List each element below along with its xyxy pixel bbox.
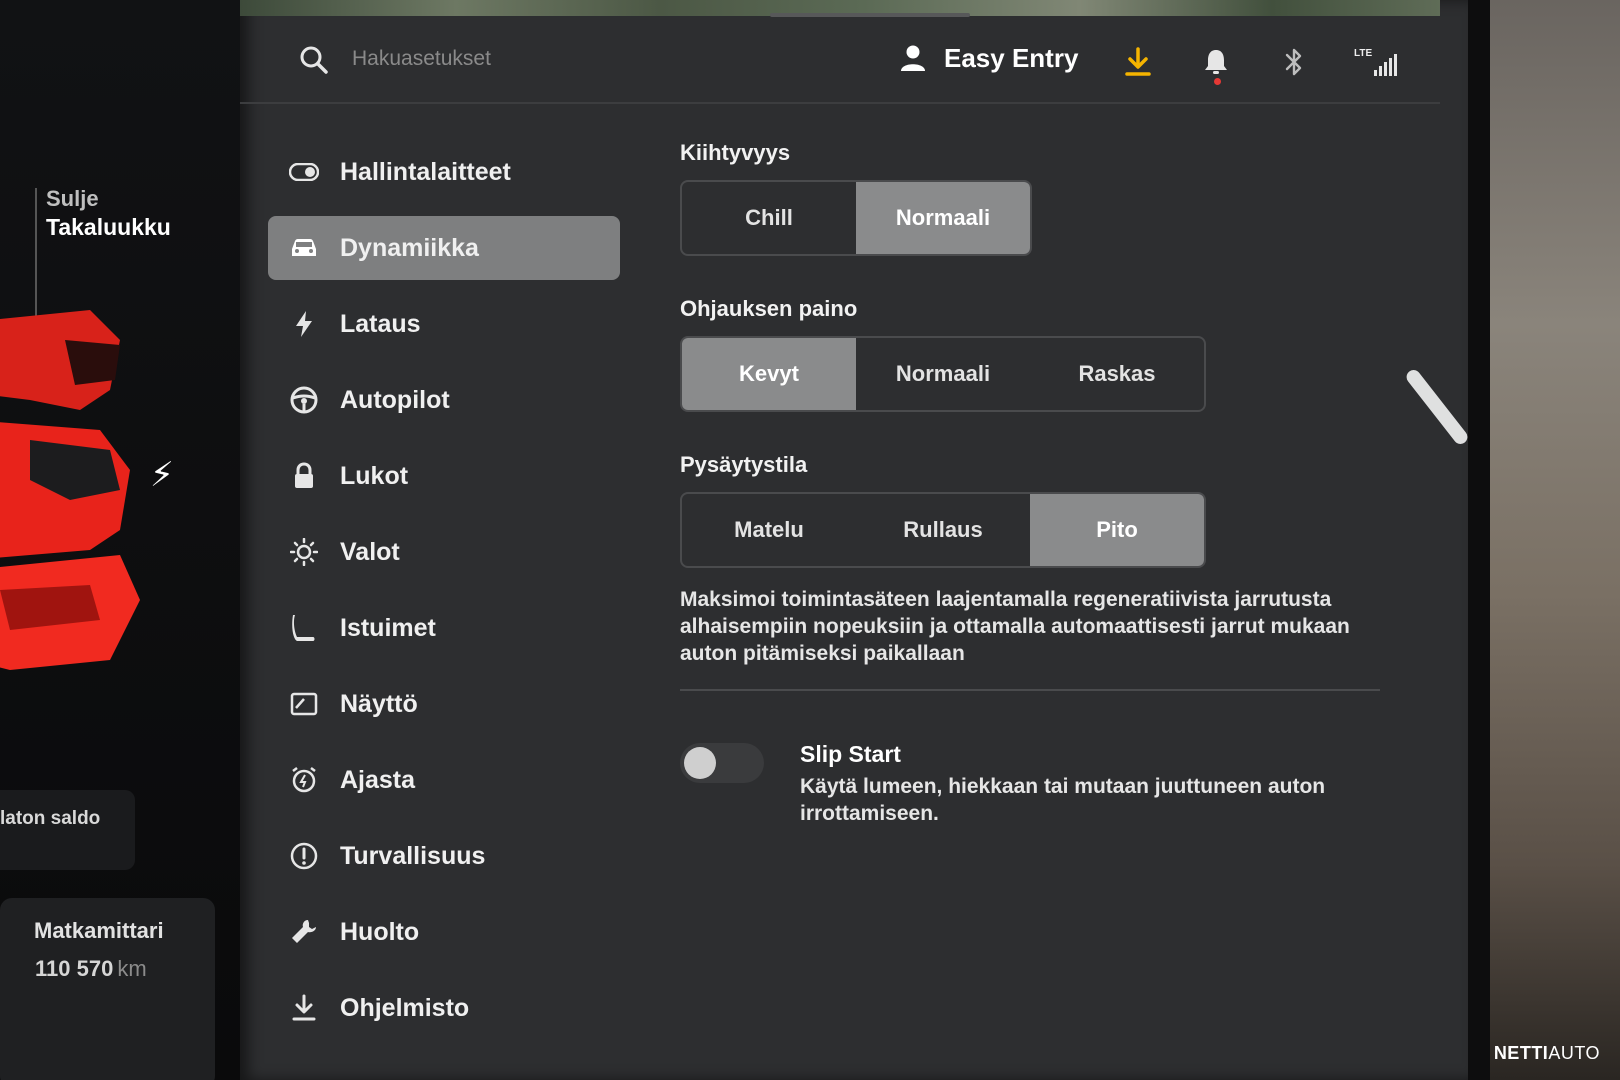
balance-label: laton saldo [0,808,101,829]
steering-wheel-icon [288,384,320,416]
odometer-value: 110 570 [35,956,114,981]
menu-label: Istuimet [340,613,436,642]
stopping-mode-selector: Matelu Rullaus Pito [680,492,1206,568]
stopping-mode-description: Maksimoi toimintasäteen laajentamalla re… [680,588,1350,665]
alarm-clock-icon [288,764,320,796]
menu-item-dynamiikka[interactable]: Dynamiikka [268,216,620,280]
toggle-knob [684,747,716,779]
top-bar: Easy Entry [240,16,1440,106]
menu-item-lataus[interactable]: Lataus [268,292,620,356]
user-icon [901,45,925,71]
interior-background [1470,0,1620,1080]
nettiauto-watermark: NETTIAUTO [1494,1043,1600,1064]
bluetooth-icon[interactable] [1276,44,1312,80]
menu-item-autopilot[interactable]: Autopilot [268,368,620,432]
topbar-divider [240,102,1440,104]
watermark-brand-bold: NETTI [1493,1043,1549,1063]
car-status-panel: Sulje Takaluukku ⚡ laton saldo Matkamitt… [0,0,240,1080]
close-trunk-label-line2: Takaluukku [46,214,171,240]
menu-label: Näyttö [340,689,418,718]
menu-label: Valot [340,537,400,566]
acceleration-option-normaali[interactable]: Normaali [856,182,1030,254]
bell-icon[interactable] [1198,44,1234,85]
dynamics-settings-panel: Kiihtyvyys Chill Normaali Ohjauksen pain… [680,140,1380,859]
slip-start-title: Slip Start [800,741,901,767]
steering-title: Ohjauksen paino [680,296,858,321]
stopping-option-matelu[interactable]: Matelu [682,494,856,566]
acceleration-option-chill[interactable]: Chill [682,182,856,254]
profile-button[interactable]: Easy Entry [900,36,1078,80]
steering-option-kevyt[interactable]: Kevyt [682,338,856,410]
warning-icon [288,840,320,872]
close-trunk-button[interactable]: Sulje Takaluukku [46,185,171,241]
wrench-icon [288,916,320,948]
menu-label: Lukot [340,461,409,490]
slip-start-row: Slip Start Käytä lumeen, hiekkaan tai mu… [680,739,1380,859]
slip-start-description: Käytä lumeen, hiekkaan tai mutaan juuttu… [800,775,1326,825]
menu-label: Huolto [340,917,420,946]
steering-option-normaali[interactable]: Normaali [856,338,1030,410]
stopping-option-pito[interactable]: Pito [1030,494,1204,566]
car-icon [288,232,320,264]
lock-icon [288,460,320,492]
stopping-mode-title: Pysäytystila [680,452,808,477]
watermark-brand-light: AUTO [1548,1043,1600,1063]
menu-label: Hallintalaitteet [340,157,511,186]
section-divider [680,689,1380,691]
toggle-icon [288,156,320,188]
lte-signal-icon[interactable]: LTE [1354,44,1398,80]
menu-label: Dynamiikka [340,233,479,262]
close-trunk-label-line1: Sulje [46,186,99,211]
seat-icon [288,612,320,644]
stopping-option-rullaus[interactable]: Rullaus [856,494,1030,566]
screen-bezel [1468,0,1490,1080]
bolt-icon [288,308,320,340]
slip-start-toggle[interactable] [680,743,764,783]
settings-screen: Easy Entry [240,0,1470,1080]
menu-label: Autopilot [340,385,450,414]
balance-chip[interactable]: laton saldo [0,790,135,870]
odometer-card[interactable]: Matkamittari 110 570 km [0,898,215,1080]
car-rear-illustration [0,310,140,670]
odometer-value-row: 110 570 km [35,956,147,982]
lte-label: LTE [1354,48,1373,59]
download-icon[interactable] [1120,44,1156,80]
charge-port-icon[interactable]: ⚡ [150,455,174,495]
odometer-title: Matkamittari [34,918,164,943]
menu-item-turvallisuus[interactable]: Turvallisuus [268,824,620,888]
profile-name: Easy Entry [944,42,1079,73]
menu-label: Ohjelmisto [340,993,470,1022]
menu-item-istuimet[interactable]: Istuimet [268,596,620,660]
menu-item-ajasta[interactable]: Ajasta [268,748,620,812]
menu-item-huolto[interactable]: Huolto [268,900,620,964]
sun-icon [288,536,320,568]
menu-item-naytto[interactable]: Näyttö [268,672,620,736]
acceleration-title: Kiihtyvyys [680,140,791,165]
settings-menu: Hallintalaitteet Dynamiikka Lataus Autop… [268,140,620,1052]
acceleration-selector: Chill Normaali [680,180,1032,256]
notification-dot [1214,78,1221,85]
download-icon [288,992,320,1024]
search-settings-input[interactable] [350,38,734,80]
steering-option-raskas[interactable]: Raskas [1030,338,1204,410]
status-icons: LTE [1120,44,1398,85]
menu-item-hallintalaitteet[interactable]: Hallintalaitteet [268,140,620,204]
display-icon [288,688,320,720]
odometer-unit: km [117,956,147,981]
search-icon [300,46,328,74]
menu-label: Ajasta [340,765,416,794]
menu-item-ohjelmisto[interactable]: Ohjelmisto [268,976,620,1040]
menu-label: Lataus [340,309,421,338]
steering-selector: Kevyt Normaali Raskas [680,336,1206,412]
trunk-callout-line [35,188,37,318]
menu-label: Turvallisuus [340,841,486,870]
menu-item-valot[interactable]: Valot [268,520,620,584]
menu-item-lukot[interactable]: Lukot [268,444,620,508]
